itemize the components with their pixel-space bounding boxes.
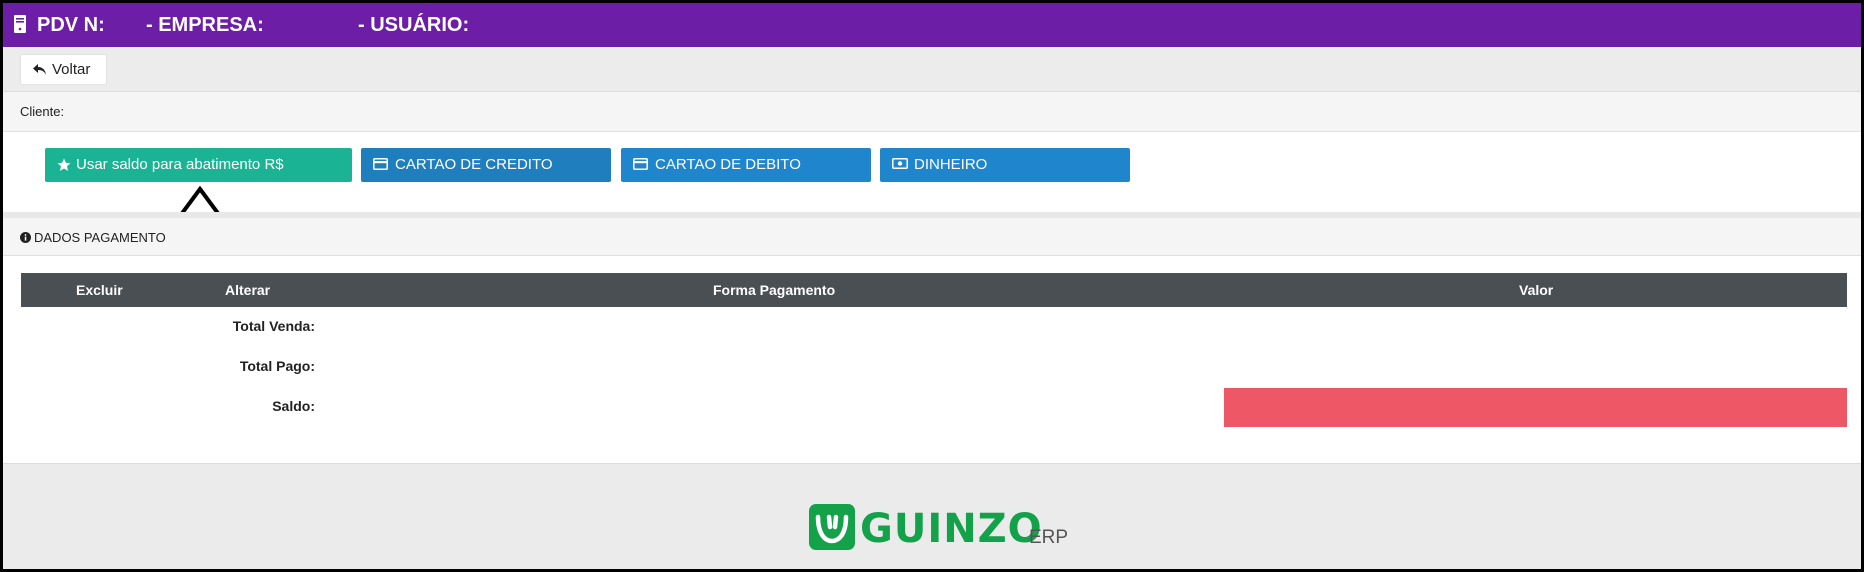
dados-pagamento-title: DADOS PAGAMENTO xyxy=(34,230,166,245)
debit-card-icon xyxy=(633,158,648,170)
credit-card-icon xyxy=(373,158,388,170)
credit-card-button[interactable]: CARTAO DE CREDITO xyxy=(361,148,611,182)
cash-button[interactable]: DINHEIRO xyxy=(880,148,1130,182)
reply-arrow-icon xyxy=(33,64,46,75)
computer-tower-icon xyxy=(14,15,26,33)
credit-card-label: CARTAO DE CREDITO xyxy=(395,156,553,173)
toolbar: Voltar xyxy=(3,47,1861,92)
cliente-row: Cliente: xyxy=(3,92,1861,132)
guinzo-logo-icon xyxy=(809,504,855,550)
cash-label: DINHEIRO xyxy=(914,156,988,173)
cliente-label: Cliente: xyxy=(20,104,65,119)
pdv-number-label: PDV N: xyxy=(37,14,105,36)
back-button[interactable]: Voltar xyxy=(20,54,107,85)
guinzo-logo-text: GUINZO xyxy=(860,506,1043,552)
col-excluir: Excluir xyxy=(76,282,123,298)
col-alterar: Alterar xyxy=(225,282,271,298)
info-circle-icon xyxy=(20,232,31,243)
empresa-label: - EMPRESA: xyxy=(146,14,264,36)
saldo-value-bar xyxy=(1224,388,1847,427)
star-icon xyxy=(57,158,71,171)
use-balance-label: Usar saldo para abatimento R$ xyxy=(76,156,284,173)
total-pago-label: Total Pago: xyxy=(239,358,315,374)
app-window: PDV N: - EMPRESA: - USUÁRIO: Voltar Clie… xyxy=(0,0,1864,572)
col-forma-pagamento: Forma Pagamento xyxy=(713,282,836,298)
total-venda-label: Total Venda: xyxy=(232,318,315,334)
back-button-label: Voltar xyxy=(52,61,91,78)
dados-pagamento-header: DADOS PAGAMENTO xyxy=(3,218,1861,256)
debit-card-button[interactable]: CARTAO DE DEBITO xyxy=(621,148,871,182)
saldo-label: Saldo: xyxy=(272,398,315,414)
debit-card-label: CARTAO DE DEBITO xyxy=(655,156,801,173)
col-valor: Valor xyxy=(1519,282,1554,298)
usuario-label: - USUÁRIO: xyxy=(358,14,470,36)
money-icon xyxy=(892,158,908,169)
use-balance-button[interactable]: Usar saldo para abatimento R$ xyxy=(45,148,352,182)
payments-table-header: Excluir Alterar Forma Pagamento Valor xyxy=(21,273,1847,307)
guinzo-logo-suffix: ERP xyxy=(1029,527,1069,548)
header-bar: PDV N: - EMPRESA: - USUÁRIO: xyxy=(3,3,1861,47)
footer: GUINZO ERP xyxy=(3,463,1861,569)
